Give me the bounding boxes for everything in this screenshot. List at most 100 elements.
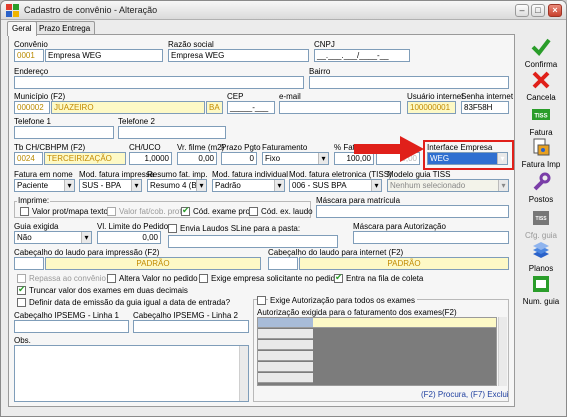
envia-laudos-path-field[interactable]	[168, 235, 338, 248]
ipsemg-linha1-field[interactable]	[14, 320, 129, 333]
interface-empresa-label: Interface Empresa	[427, 143, 493, 152]
cab-impressao-code-field[interactable]	[14, 257, 44, 270]
interface-empresa-select[interactable]: WEG	[427, 152, 508, 165]
valor-fat-checkbox[interactable]	[107, 207, 116, 216]
senha-internet-field[interactable]: 83F58H	[461, 101, 509, 114]
grid-cell[interactable]	[258, 329, 313, 339]
cod-ex-laudo-label: Cód. ex. laudo	[261, 207, 313, 216]
resumo-fat-label: Resumo fat. imp.	[147, 170, 208, 179]
obs-textarea[interactable]	[14, 345, 249, 402]
convenio-label: Convênio	[14, 40, 48, 49]
cab-internet-field[interactable]: PADRÃO	[299, 257, 509, 270]
exige-autorizacao-checkbox[interactable]	[257, 296, 266, 305]
convenio-code-field[interactable]: 0001	[14, 49, 44, 62]
fatura-button[interactable]: TISS Fatura	[521, 105, 561, 137]
planos-button[interactable]: Planos	[521, 241, 561, 273]
vl-limite-field[interactable]: 0,00	[97, 231, 161, 244]
grid-cell[interactable]	[313, 318, 496, 328]
telefone1-field[interactable]	[14, 126, 114, 139]
tb-ch-name-field[interactable]: TERCEIRIZAÇÃO	[44, 152, 126, 165]
cancela-label: Cancela	[526, 93, 556, 102]
fatura-imp-button[interactable]: Fatura Imp	[521, 137, 561, 169]
cep-field[interactable]: _____-___	[227, 101, 275, 114]
cab-impressao-field[interactable]: PADRÃO	[45, 257, 261, 270]
altera-valor-checkbox[interactable]	[107, 274, 116, 283]
autorizacao-grid[interactable]	[257, 317, 497, 386]
grid-cell[interactable]	[258, 318, 313, 328]
tab-geral[interactable]: Geral	[7, 21, 37, 36]
postos-button[interactable]: Postos	[521, 172, 561, 204]
obs-scrollbar[interactable]	[239, 346, 248, 401]
mod-fatura-individual-label: Mod. fatura individual	[212, 170, 289, 179]
maximize-button[interactable]: □	[531, 4, 545, 17]
endereco-field[interactable]	[14, 76, 304, 89]
envia-laudos-checkbox[interactable]	[168, 224, 177, 233]
repassa-checkbox[interactable]	[17, 274, 26, 283]
vr-filme-field[interactable]: 0,00	[177, 152, 217, 165]
obs-label: Obs.	[14, 336, 31, 345]
mascara-matricula-field[interactable]	[316, 205, 509, 218]
modelo-guia-tiss-select[interactable]: Nenhum selecionado	[387, 179, 509, 192]
confirma-button[interactable]: Confirma	[521, 37, 561, 69]
tb-ch-label: Tb CH/CBHPM (F2)	[14, 143, 86, 152]
prazo-pgto-field[interactable]: 0	[221, 152, 257, 165]
guia-exigida-label: Guia exigida	[14, 222, 59, 231]
fatura-nome-select[interactable]: Paciente	[14, 179, 75, 192]
convenio-name-field[interactable]: Empresa WEG	[45, 49, 163, 62]
ipsemg-linha2-field[interactable]	[133, 320, 249, 333]
municipio-code-field[interactable]: 000002	[14, 101, 50, 114]
definir-data-checkbox[interactable]	[17, 298, 26, 307]
cnpj-label: CNPJ	[314, 40, 335, 49]
autorizacao-scrollbar[interactable]	[498, 317, 507, 386]
razao-social-field[interactable]: Empresa WEG	[168, 49, 309, 62]
ch-uco-field[interactable]: 1,0000	[129, 152, 172, 165]
guia-exigida-select[interactable]: Não	[14, 231, 92, 244]
telefone2-field[interactable]	[118, 126, 226, 139]
tb-ch-code-field[interactable]: 0024	[14, 152, 43, 165]
tab-prazo-entrega[interactable]: Prazo Entrega	[34, 21, 96, 35]
tiss-guia-icon: TISS	[533, 211, 549, 225]
num-guia-button[interactable]: Num. guia	[521, 274, 561, 306]
vr-filme-label: Vr. filme (m2)	[177, 143, 225, 152]
faturamento-select[interactable]: Fixo	[262, 152, 329, 165]
cab-impressao-label: Cabeçalho do laudo para impressão (F2)	[14, 248, 160, 257]
cfg-guia-button[interactable]: TISS Cfg. guia	[521, 208, 561, 240]
municipio-name-field[interactable]: JUAZEIRO	[51, 101, 205, 114]
minimize-button[interactable]: –	[515, 4, 529, 17]
window-title: Cadastro de convênio - Alteração	[24, 5, 158, 15]
fatura-imp-label: Fatura Imp	[521, 160, 561, 169]
endereco-label: Endereço	[14, 67, 49, 76]
title-bar: Cadastro de convênio - Alteração – □ ×	[1, 1, 566, 20]
repassa-label: Repassa ao convênio	[29, 274, 106, 283]
bairro-field[interactable]	[309, 76, 509, 89]
mascara-autorizacao-field[interactable]	[353, 231, 509, 244]
svg-text:TISS: TISS	[534, 114, 547, 120]
mod-fatura-individual-select[interactable]: Padrão	[212, 179, 285, 192]
cod-exame-checkbox[interactable]	[181, 205, 190, 216]
entra-fila-checkbox[interactable]	[334, 272, 343, 283]
entra-fila-label: Entra na fila de coleta	[346, 274, 424, 283]
resumo-fat-select[interactable]: Resumo 4 (BP	[147, 179, 207, 192]
municipio-label: Município (F2)	[14, 92, 66, 101]
uf-field[interactable]: BA	[206, 101, 223, 114]
truncar-checkbox[interactable]	[17, 284, 26, 295]
cod-ex-laudo-checkbox[interactable]	[249, 207, 258, 216]
cod-exame-label: Cód. exame prot.	[193, 207, 255, 216]
planos-label: Planos	[528, 264, 554, 273]
valor-prot-checkbox[interactable]	[20, 207, 29, 216]
mod-fatura-eletronica-select[interactable]: 006 - SUS BPA	[289, 179, 382, 192]
cnpj-field[interactable]: __.___.___/____-__	[314, 49, 410, 62]
grid-cell[interactable]	[258, 373, 313, 383]
email-field[interactable]	[279, 101, 401, 114]
grid-cell[interactable]	[258, 351, 313, 361]
mod-fatura-eletronica-label: Mod. fatura eletronica (TISS)	[289, 170, 392, 179]
close-button[interactable]: ×	[548, 4, 562, 17]
cancela-button[interactable]: Cancela	[521, 70, 561, 102]
grid-cell[interactable]	[258, 362, 313, 372]
cab-internet-code-field[interactable]	[268, 257, 298, 270]
usuario-internet-field[interactable]: 100000001	[407, 101, 456, 114]
mod-fatura-impressa-select[interactable]: SUS - BPA	[79, 179, 142, 192]
senha-internet-label: Senha internet	[461, 92, 514, 101]
exige-solicitante-checkbox[interactable]	[199, 274, 208, 283]
grid-cell[interactable]	[258, 340, 313, 350]
